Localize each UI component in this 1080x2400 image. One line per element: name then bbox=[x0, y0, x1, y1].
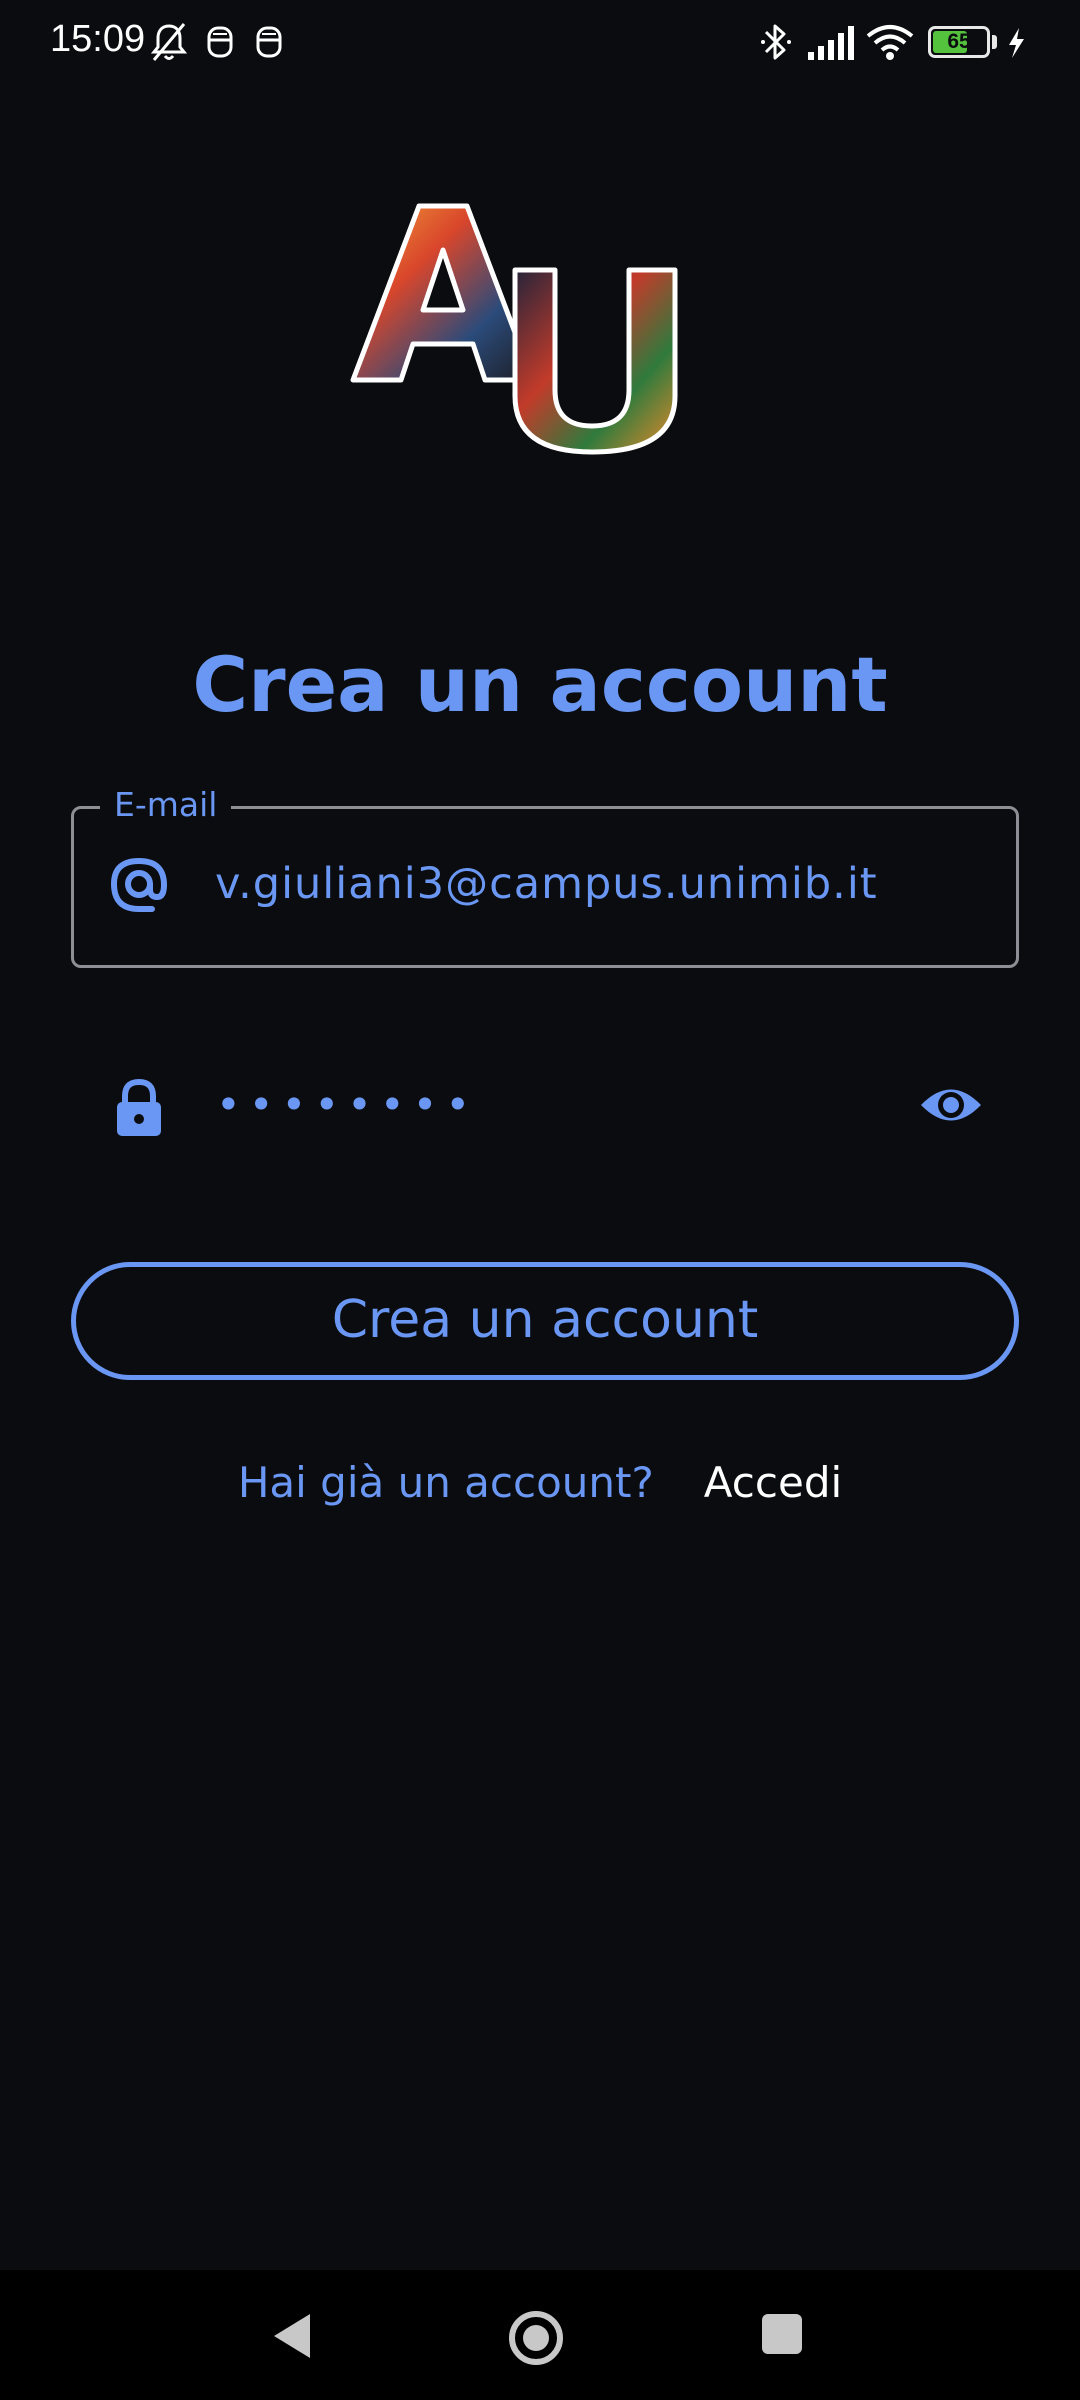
page-title: Crea un account bbox=[192, 640, 888, 729]
app-logo bbox=[345, 200, 735, 455]
navigation-bar bbox=[0, 2270, 1080, 2400]
battery-tip bbox=[992, 35, 997, 49]
login-question: Hai già un account? bbox=[237, 1458, 654, 1507]
status-bar: 15:09 65 bbox=[0, 0, 1080, 84]
back-icon[interactable] bbox=[270, 2310, 314, 2362]
recents-icon[interactable] bbox=[762, 2314, 802, 2354]
signal-icon bbox=[806, 20, 856, 64]
status-time: 15:09 bbox=[50, 18, 146, 60]
battery-level: 65 bbox=[947, 30, 971, 53]
bluetooth-icon bbox=[758, 20, 794, 64]
email-label: E-mail bbox=[100, 785, 232, 824]
wifi-icon bbox=[865, 20, 915, 64]
home-icon[interactable] bbox=[508, 2310, 564, 2366]
password-field[interactable]: •••••••• bbox=[71, 1060, 1019, 1160]
charging-icon bbox=[1004, 20, 1028, 64]
eye-icon[interactable] bbox=[919, 1080, 983, 1130]
password-input[interactable]: •••••••• bbox=[216, 1080, 478, 1129]
create-account-button[interactable]: Crea un account bbox=[71, 1262, 1019, 1380]
bell-off-icon bbox=[150, 20, 188, 64]
email-field[interactable]: E-mail v.giuliani3@campus.unimib.it bbox=[71, 785, 1019, 968]
at-icon bbox=[106, 851, 172, 917]
login-link[interactable]: Accedi bbox=[704, 1458, 842, 1507]
email-input[interactable]: v.giuliani3@campus.unimib.it bbox=[215, 859, 878, 909]
login-prompt: Hai già un account? Accedi bbox=[0, 1458, 1080, 1507]
notification-icon bbox=[254, 20, 284, 64]
battery-icon: 65 bbox=[928, 26, 990, 58]
lock-icon bbox=[111, 1078, 167, 1138]
notification-icon bbox=[205, 20, 235, 64]
